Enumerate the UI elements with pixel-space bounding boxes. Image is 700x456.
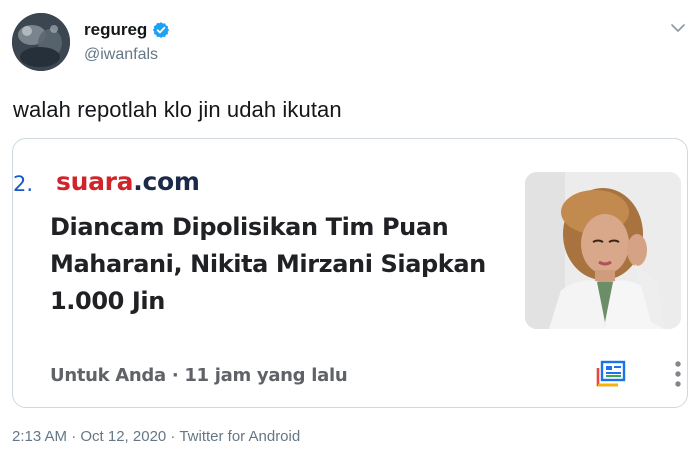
verified-badge-icon	[153, 22, 170, 38]
author-handle[interactable]: @iwanfals	[84, 46, 158, 64]
card-thumbnail[interactable]	[525, 172, 681, 329]
headline-line-2: Maharani, Nikita Mirzani Siapkan	[50, 250, 486, 278]
tweet: regureg @iwanfals walah repotlah klo jin…	[0, 0, 700, 456]
headline-line-1: Diancam Dipolisikan Tim Puan	[50, 213, 449, 241]
source-logo-part1: suara	[56, 167, 134, 196]
card-meta: Untuk Anda · 11 jam yang lalu	[50, 365, 348, 386]
source-logo: suara.com	[56, 167, 200, 196]
card-headline[interactable]: Diancam Dipolisikan Tim Puan Maharani, N…	[50, 209, 490, 320]
more-vertical-icon[interactable]	[673, 359, 683, 389]
display-name[interactable]: regureg	[84, 20, 147, 40]
chevron-down-icon[interactable]	[670, 22, 686, 34]
card-rank: 2.	[13, 172, 34, 196]
author-name-row: regureg	[84, 20, 170, 40]
headline-line-3: 1.000 Jin	[50, 287, 165, 315]
source-logo-part2: .com	[133, 167, 200, 196]
avatar[interactable]	[12, 13, 70, 71]
tweet-text: walah repotlah klo jin udah ikutan	[13, 97, 342, 122]
tweet-timestamp[interactable]: 2:13 AM · Oct 12, 2020 · Twitter for And…	[12, 428, 300, 445]
news-stack-icon[interactable]	[596, 359, 626, 389]
news-card[interactable]: 2. suara.com Diancam Dipolisikan Tim Pua…	[12, 138, 688, 408]
